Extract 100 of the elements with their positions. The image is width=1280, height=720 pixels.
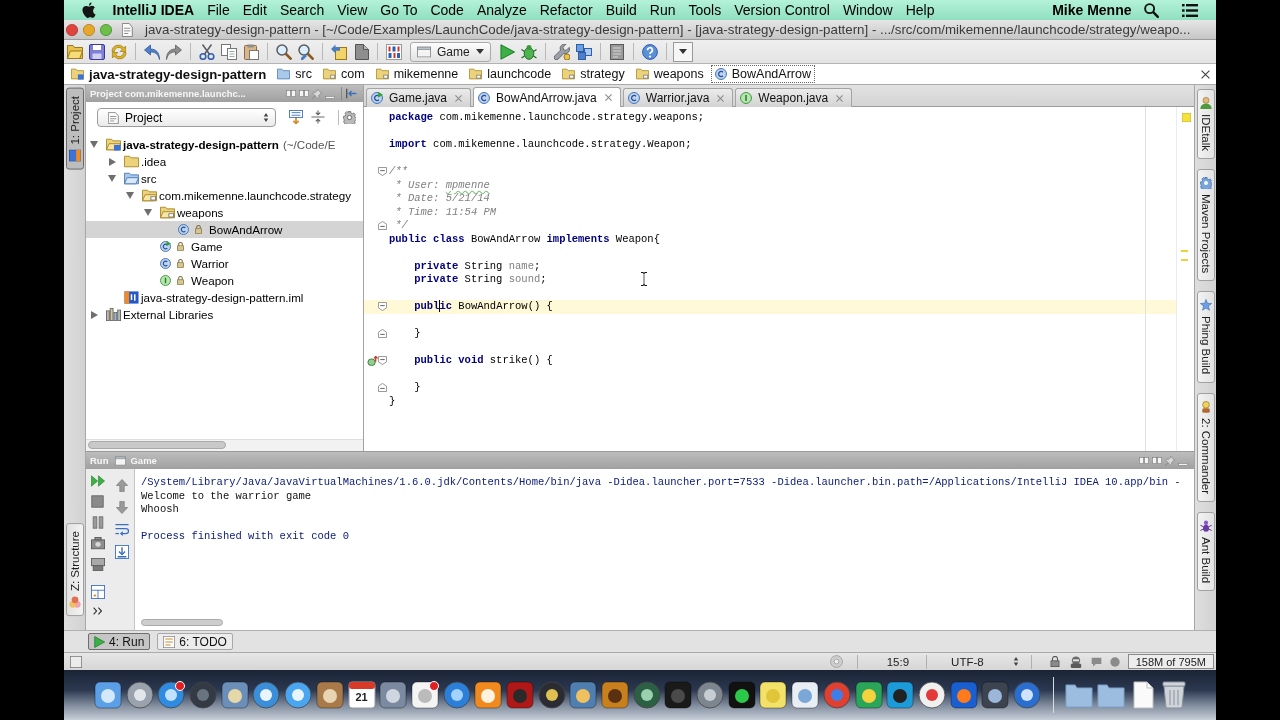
tree-item[interactable]: Warrior	[86, 255, 363, 272]
tree-item[interactable]: java-strategy-design-pattern.iml	[86, 289, 363, 306]
expanded-arrow-icon[interactable]	[90, 141, 98, 148]
clipboard-icon[interactable]	[243, 43, 259, 60]
menu-item[interactable]: Search	[273, 0, 331, 20]
windows-icon[interactable]	[286, 89, 296, 98]
fold-icon[interactable]	[378, 302, 387, 312]
wrap-icon[interactable]	[114, 523, 129, 536]
double-chevron-icon[interactable]	[93, 607, 102, 615]
up-arrow-icon[interactable]	[115, 479, 128, 492]
menu-item[interactable]: Window	[836, 0, 900, 20]
implements-marker-icon[interactable]	[367, 355, 378, 366]
app-icon[interactable]	[1012, 681, 1041, 709]
breadcrumb[interactable]: strategy	[558, 65, 629, 83]
editor-tab[interactable]: BowAndArrow.java	[473, 87, 621, 107]
app-icon[interactable]	[632, 681, 661, 709]
menu-item[interactable]: Build	[599, 0, 644, 20]
view-dropdown[interactable]: Project	[97, 108, 276, 127]
app-icon[interactable]	[537, 681, 566, 709]
memory-indicator[interactable]: 158M of 795M	[1127, 654, 1214, 669]
breadcrumb[interactable]: java-strategy-design-pattern	[67, 65, 271, 83]
encoding-selector[interactable]: UTF-8	[927, 655, 1031, 668]
zoom-window-icon[interactable]	[100, 23, 112, 36]
scroll-end-icon[interactable]	[114, 545, 129, 559]
close-icon[interactable]	[1201, 69, 1210, 79]
menu-item[interactable]: View	[330, 0, 374, 20]
down-arrow-icon[interactable]	[289, 110, 303, 124]
tool-window-tab[interactable]: Z: Structure	[65, 522, 84, 616]
tree-item[interactable]: .idea	[86, 153, 363, 170]
app-icon[interactable]	[696, 681, 725, 709]
scrollbar-thumb[interactable]	[88, 441, 226, 449]
helmet-icon[interactable]	[1069, 655, 1082, 668]
tree-item[interactable]: BowAndArrow	[86, 221, 363, 238]
windows-icon[interactable]	[299, 89, 309, 98]
menu-item[interactable]: Tools	[681, 0, 728, 20]
tool-window-button[interactable]: 6: TODO	[157, 633, 233, 650]
tree-item[interactable]: com.mikemenne.launchcode.strategy	[86, 187, 363, 204]
app-menu[interactable]: IntelliJ IDEA	[106, 0, 201, 20]
editor-tab[interactable]: Weapon.java	[735, 88, 853, 107]
redo-icon[interactable]	[166, 43, 182, 60]
pause-icon[interactable]	[91, 516, 104, 529]
breadcrumb[interactable]: launchcode	[465, 65, 556, 83]
calendar-icon[interactable]	[347, 681, 376, 709]
app-icon[interactable]	[125, 681, 154, 709]
folder-open-icon[interactable]	[67, 43, 83, 60]
expand-collapse-icon[interactable]	[311, 110, 325, 124]
menu-item[interactable]: Version Control	[727, 0, 837, 20]
trash-icon[interactable]	[1160, 681, 1189, 709]
down-arrow-icon[interactable]	[115, 501, 128, 514]
tray-icon[interactable]	[90, 558, 105, 571]
tool-window-tab[interactable]: 2: Commander	[1196, 392, 1215, 502]
circle-icon[interactable]	[1109, 656, 1120, 667]
tree-item[interactable]: Weapon	[86, 272, 363, 289]
tree-item[interactable]: java-strategy-design-pattern (~/Code/E	[86, 136, 363, 153]
tool-window-tab[interactable]: Ant Build	[1196, 511, 1215, 591]
lock-icon[interactable]	[1049, 656, 1060, 667]
menu-item[interactable]: Analyze	[470, 0, 534, 20]
page-arrow-icon[interactable]	[331, 43, 347, 60]
play-icon[interactable]	[499, 43, 515, 60]
close-window-icon[interactable]	[66, 23, 78, 36]
menu-item[interactable]: Run	[643, 0, 682, 20]
binary-grid-icon[interactable]	[386, 43, 402, 60]
breadcrumb[interactable]: src	[273, 65, 316, 83]
copy-icon[interactable]	[221, 43, 237, 60]
menu-item[interactable]: Help	[899, 0, 941, 20]
menu-item[interactable]: Edit	[236, 0, 274, 20]
tool-window-button[interactable]: 4: Run	[88, 633, 151, 650]
windows-icon[interactable]	[1152, 456, 1162, 465]
expanded-arrow-icon[interactable]	[126, 192, 134, 199]
app-icon[interactable]	[252, 681, 281, 709]
app-icon[interactable]	[442, 681, 471, 709]
menu-item[interactable]: Refactor	[533, 0, 600, 20]
undo-icon[interactable]	[144, 43, 160, 60]
dropdown-button[interactable]	[672, 41, 693, 62]
breadcrumb[interactable]: BowAndArrow	[710, 65, 815, 83]
fold-icon[interactable]	[378, 356, 387, 366]
tool-window-tab[interactable]: Phing Build	[1196, 291, 1215, 383]
layout-icon[interactable]	[90, 585, 105, 599]
arrow-bar-icon[interactable]	[346, 88, 357, 99]
folder-icon[interactable]	[1097, 681, 1125, 709]
tree-item[interactable]: weapons	[86, 204, 363, 221]
fold-end-icon[interactable]	[378, 329, 387, 339]
magnifier-pen-icon[interactable]	[298, 43, 314, 60]
circular-arrows-icon[interactable]	[111, 43, 127, 60]
settings-icon[interactable]	[343, 111, 356, 124]
collapsed-arrow-icon[interactable]	[108, 157, 116, 166]
apple-icon[interactable]	[82, 2, 96, 18]
tool-window-tab[interactable]: IDEtalk	[1196, 89, 1215, 160]
help-icon[interactable]	[641, 43, 658, 60]
tool-window-tab[interactable]: Maven Projects	[1196, 169, 1215, 282]
menu-item[interactable]: Code	[423, 0, 471, 20]
expanded-arrow-icon[interactable]	[108, 175, 116, 182]
caret-position[interactable]: 15:9	[857, 655, 927, 668]
run-config-dropdown[interactable]: Game	[410, 41, 491, 62]
menu-item[interactable]: File	[200, 0, 237, 20]
app-icon[interactable]	[157, 681, 186, 709]
tree-item[interactable]: External Libraries	[86, 306, 363, 323]
editor-tab[interactable]: Game.java	[366, 88, 472, 107]
breadcrumb[interactable]: mikemenne	[371, 65, 463, 83]
breadcrumb[interactable]: weapons	[631, 65, 708, 83]
